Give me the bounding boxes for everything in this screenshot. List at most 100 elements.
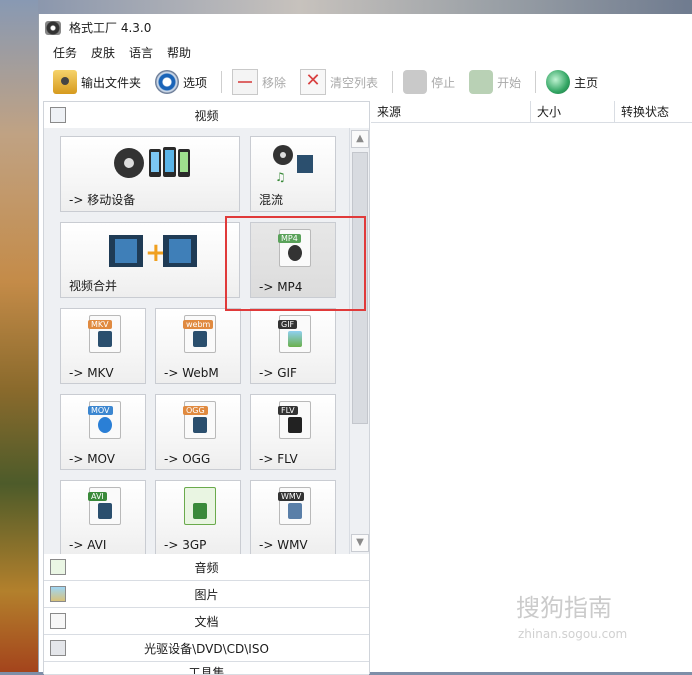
tile-video-join-label: 视频合并 xyxy=(69,279,118,293)
start-button[interactable]: 开始 xyxy=(469,70,521,94)
home-button[interactable]: 主页 xyxy=(546,70,598,94)
scroll-down-arrow-icon[interactable]: ▼ xyxy=(351,534,369,552)
avi-tag: AVI xyxy=(88,492,107,501)
desktop-background-left xyxy=(0,0,38,672)
tile-wmv-label: -> WMV xyxy=(259,538,308,552)
tile-mobile-device-label: -> 移动设备 xyxy=(69,193,136,207)
audio-category-icon xyxy=(50,559,66,575)
tile-flv-label: -> FLV xyxy=(259,452,298,466)
toolbar-divider xyxy=(392,71,394,93)
stop-button[interactable]: 停止 xyxy=(403,70,455,94)
tile-ogg[interactable]: OGG -> OGG xyxy=(155,394,241,470)
tile-avi-label: -> AVI xyxy=(69,538,107,552)
menu-help[interactable]: 帮助 xyxy=(167,44,191,61)
tile-mkv-label: -> MKV xyxy=(69,366,114,380)
flv-tag: FLV xyxy=(278,406,298,415)
gif-file-icon: GIF xyxy=(278,315,311,353)
mkv-tag: MKV xyxy=(88,320,112,329)
category-audio-label: 音频 xyxy=(194,560,219,575)
tile-avi[interactable]: AVI -> AVI xyxy=(60,480,146,554)
menu-skin[interactable]: 皮肤 xyxy=(91,44,115,61)
category-document-label: 文档 xyxy=(194,614,219,629)
folder-icon xyxy=(53,70,77,94)
tile-mov-label: -> MOV xyxy=(69,452,115,466)
menu-bar: 任务 皮肤 语言 帮助 xyxy=(39,41,191,63)
category-image[interactable]: 图片 xyxy=(44,581,369,608)
mov-tag: MOV xyxy=(88,406,113,415)
video-grid-scrollbar[interactable]: ▲ ▼ xyxy=(349,128,369,554)
clear-list-button[interactable]: ✕ 清空列表 xyxy=(300,69,378,95)
tile-gif-label: -> GIF xyxy=(259,366,297,380)
toolbar: 输出文件夹 选项 移除 ✕ 清空列表 停止 开始 主页 xyxy=(39,66,612,98)
tile-wmv[interactable]: WMV -> WMV xyxy=(250,480,336,554)
disc-drive-category-icon xyxy=(50,640,66,656)
image-category-icon xyxy=(50,586,66,602)
category-video[interactable]: 视频 xyxy=(44,102,369,129)
ogg-file-icon: OGG xyxy=(183,401,216,439)
start-icon xyxy=(469,70,494,94)
stop-label: 停止 xyxy=(431,75,456,90)
tile-ogg-label: -> OGG xyxy=(164,452,211,466)
tile-mobile-device[interactable]: -> 移动设备 xyxy=(60,136,240,212)
app-logo-icon xyxy=(45,20,61,35)
tile-mux[interactable]: ♫ 混流 xyxy=(250,136,336,212)
window-title: 格式工厂 4.3.0 xyxy=(69,21,152,35)
toolbar-divider xyxy=(221,71,223,93)
watermark-text: 搜狗指南 xyxy=(516,594,612,622)
home-label: 主页 xyxy=(574,75,599,90)
scroll-up-arrow-icon[interactable]: ▲ xyxy=(351,130,369,148)
document-category-icon xyxy=(50,613,66,629)
category-rom-device-label: 光驱设备\DVD\CD\ISO xyxy=(144,641,269,656)
mux-icon: ♫ xyxy=(273,145,313,183)
tile-gif[interactable]: GIF -> GIF xyxy=(250,308,336,384)
gif-tag: GIF xyxy=(278,320,298,329)
menu-language[interactable]: 语言 xyxy=(129,44,153,61)
column-header-source[interactable]: 来源 xyxy=(371,101,531,123)
category-tools[interactable]: 工具集 xyxy=(44,662,369,675)
tile-mux-label: 混流 xyxy=(259,193,284,207)
title-bar: 格式工厂 4.3.0 xyxy=(39,14,692,41)
clear-list-label: 清空列表 xyxy=(330,75,379,90)
video-join-icon: + xyxy=(109,235,197,268)
category-rom-device[interactable]: 光驱设备\DVD\CD\ISO xyxy=(44,635,369,662)
tile-flv[interactable]: FLV -> FLV xyxy=(250,394,336,470)
menu-task[interactable]: 任务 xyxy=(53,44,77,61)
tile-3gp-label: -> 3GP xyxy=(164,538,207,552)
category-document[interactable]: 文档 xyxy=(44,608,369,635)
column-header-size[interactable]: 大小 xyxy=(531,101,615,123)
home-globe-icon xyxy=(546,70,571,94)
tile-webm[interactable]: webm -> WebM xyxy=(155,308,241,384)
output-folder-button[interactable]: 输出文件夹 xyxy=(53,70,141,94)
wmv-file-icon: WMV xyxy=(278,487,311,525)
tile-3gp[interactable]: -> 3GP xyxy=(155,480,241,554)
options-icon xyxy=(155,70,180,94)
remove-button[interactable]: 移除 xyxy=(232,69,286,95)
tile-video-join[interactable]: + 视频合并 xyxy=(60,222,240,298)
task-list-panel: 来源 大小 转换状态 xyxy=(371,101,692,672)
app-window: 格式工厂 4.3.0 任务 皮肤 语言 帮助 输出文件夹 选项 移除 ✕ 清空列… xyxy=(38,14,692,675)
svg-text:♫: ♫ xyxy=(275,170,286,183)
video-category-icon xyxy=(50,107,66,123)
wmv-tag: WMV xyxy=(278,492,305,501)
highlight-box-mp4 xyxy=(225,216,366,311)
remove-label: 移除 xyxy=(262,75,287,90)
3gp-file-icon xyxy=(184,487,216,525)
tile-mkv[interactable]: MKV -> MKV xyxy=(60,308,146,384)
flv-file-icon: FLV xyxy=(278,401,311,439)
start-label: 开始 xyxy=(497,75,522,90)
category-audio[interactable]: 音频 xyxy=(44,554,369,581)
stop-icon xyxy=(403,70,428,94)
mkv-file-icon: MKV xyxy=(88,315,121,353)
category-tools-label: 工具集 xyxy=(188,666,225,675)
column-header-status[interactable]: 转换状态 xyxy=(615,101,692,123)
avi-file-icon: AVI xyxy=(88,487,121,525)
webm-tag: webm xyxy=(183,320,214,329)
mov-file-icon: MOV xyxy=(88,401,121,439)
tile-webm-label: -> WebM xyxy=(164,366,219,380)
output-folder-label: 输出文件夹 xyxy=(81,75,142,90)
options-button[interactable]: 选项 xyxy=(155,70,207,94)
tile-mov[interactable]: MOV -> MOV xyxy=(60,394,146,470)
category-image-label: 图片 xyxy=(194,587,219,602)
desktop-background-top xyxy=(38,0,692,14)
category-panel: 视频 -> 移动设备 ♫ 混流 + 视频合并 MP4 -> MP4 MKV ->… xyxy=(43,101,370,675)
